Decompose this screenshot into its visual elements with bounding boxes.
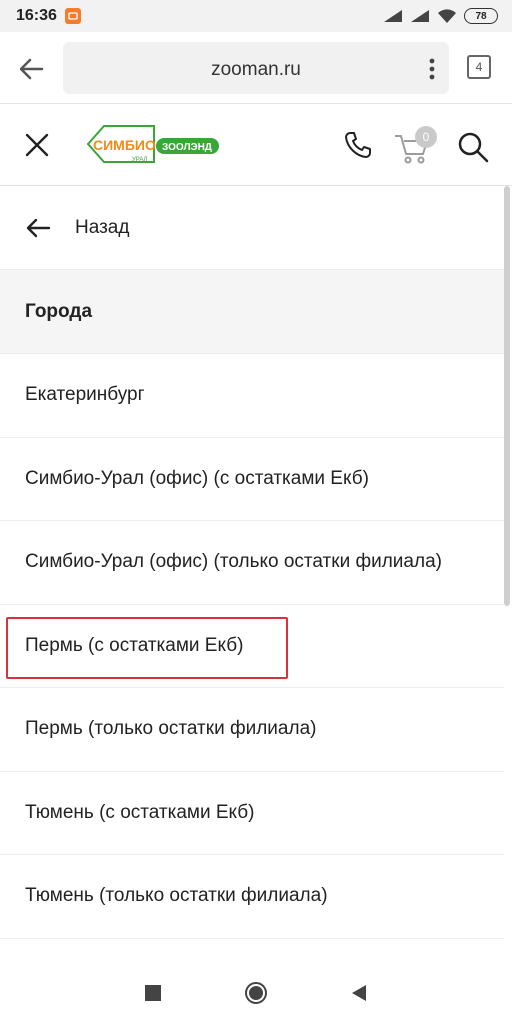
city-item-label[interactable]: Симбио-Урал (офис) (только остатки филиа… [25, 551, 442, 573]
site-header: СИМБИО УРАЛ ЗООЛЭНД 0 [0, 104, 512, 186]
menu-back-row[interactable]: Назад [0, 186, 504, 270]
tabs-button[interactable]: 4 [467, 55, 491, 79]
search-icon[interactable] [456, 130, 490, 164]
system-nav-bar [0, 962, 512, 1024]
nav-triangle-icon[interactable] [350, 984, 368, 1002]
app-notification-icon [64, 8, 81, 24]
url-text[interactable]: zooman.ru [63, 59, 449, 81]
status-time: 16:36 [16, 7, 57, 24]
section-title: Города [0, 270, 504, 354]
city-item[interactable]: Пермь (только остатки филиала) [0, 688, 504, 772]
city-item[interactable]: Екатеринбург [0, 354, 504, 438]
city-item-label[interactable]: Тюмень (только остатки филиала) [25, 885, 328, 907]
back-arrow-icon[interactable] [25, 218, 51, 238]
close-icon[interactable] [24, 132, 50, 158]
signal-icon [411, 10, 429, 22]
cart-count-badge: 0 [415, 126, 437, 148]
browser-toolbar: zooman.ru 4 [0, 32, 512, 104]
city-menu: Назад Города Екатеринбург Симбио-Урал (о… [0, 186, 504, 939]
nav-square-icon[interactable] [144, 984, 162, 1002]
city-item[interactable]: Симбио-Урал (офис) (с остатками Екб) [0, 438, 504, 521]
logo-secondary-text: ЗООЛЭНД [162, 142, 212, 153]
site-logo[interactable]: СИМБИО УРАЛ ЗООЛЭНД [84, 122, 224, 166]
city-item[interactable]: Тюмень (только остатки филиала) [0, 855, 504, 939]
status-bar: 16:36 78 [0, 0, 512, 32]
logo-primary-text: СИМБИО [93, 137, 156, 153]
city-item-label[interactable]: Пермь (с остатками Екб) [25, 635, 243, 657]
city-item-label[interactable]: Пермь (только остатки филиала) [25, 718, 316, 740]
address-bar[interactable]: zooman.ru [63, 42, 449, 94]
logo-sub-text: УРАЛ [132, 157, 148, 163]
phone-icon[interactable] [343, 130, 373, 160]
signal-icon [384, 10, 402, 22]
status-indicators: 78 [383, 8, 498, 24]
city-item-label[interactable]: Екатеринбург [25, 384, 145, 406]
city-item-label[interactable]: Симбио-Урал (офис) (с остатками Екб) [25, 468, 369, 490]
city-item[interactable]: Пермь (с остатками Екб) [0, 605, 504, 688]
city-item[interactable]: Симбио-Урал (офис) (только остатки филиа… [0, 521, 504, 605]
battery-indicator: 78 [464, 8, 498, 24]
browser-back-icon[interactable] [16, 54, 46, 84]
city-item[interactable]: Тюмень (с остатками Екб) [0, 772, 504, 855]
section-title-text: Города [25, 300, 93, 322]
cart-button[interactable]: 0 [393, 126, 441, 166]
scrollbar[interactable] [504, 186, 510, 606]
nav-circle-icon[interactable] [244, 981, 268, 1005]
city-item-label[interactable]: Тюмень (с остатками Екб) [25, 802, 254, 824]
more-vert-icon[interactable] [427, 57, 437, 81]
wifi-icon [438, 9, 456, 23]
back-label[interactable]: Назад [75, 217, 129, 239]
